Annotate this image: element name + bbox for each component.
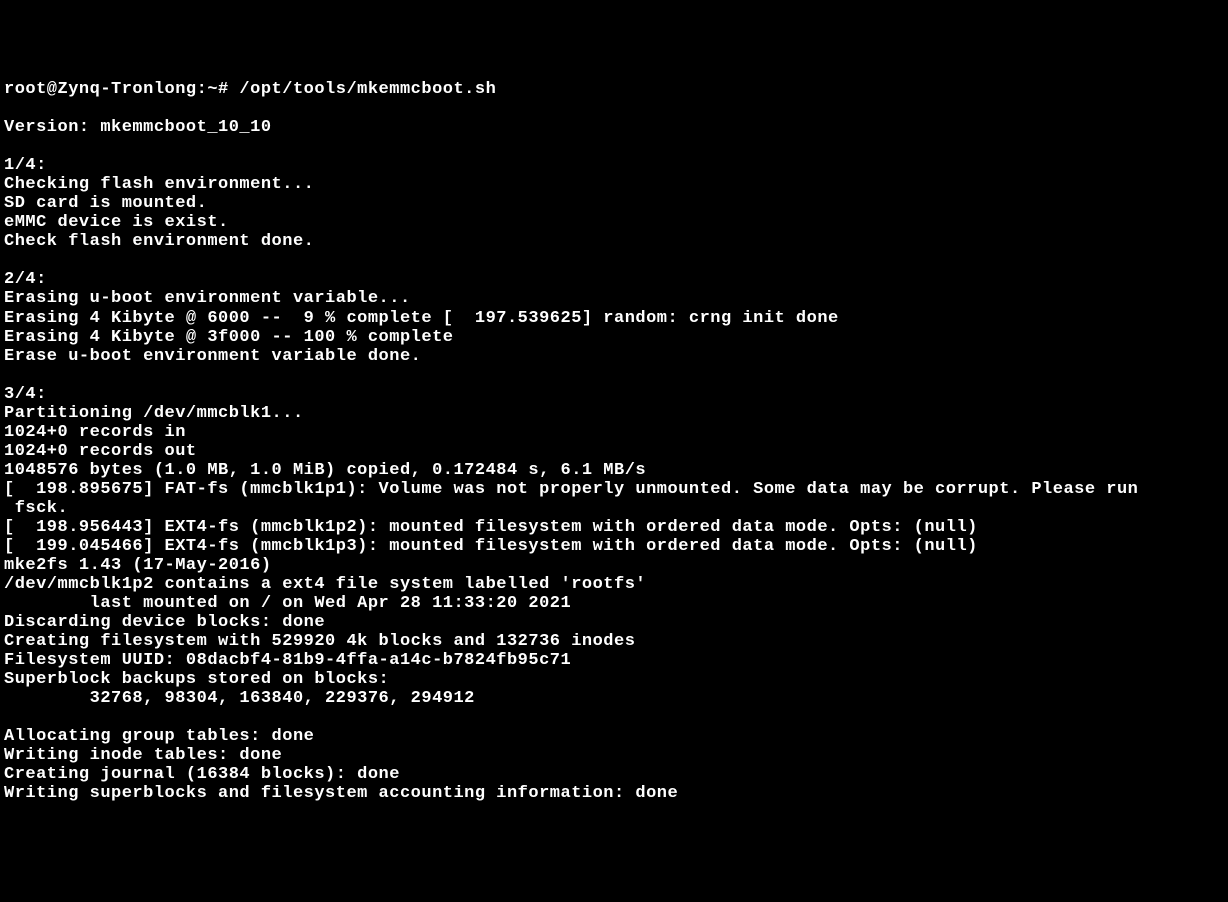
terminal-line: 1048576 bytes (1.0 MB, 1.0 MiB) copied, … bbox=[4, 461, 1224, 480]
terminal-line bbox=[4, 137, 1224, 156]
terminal-line: Writing superblocks and filesystem accou… bbox=[4, 784, 1224, 803]
terminal-line: root@Zynq-Tronlong:~# /opt/tools/mkemmcb… bbox=[4, 80, 1224, 99]
terminal-line: 32768, 98304, 163840, 229376, 294912 bbox=[4, 689, 1224, 708]
terminal-line: Partitioning /dev/mmcblk1... bbox=[4, 404, 1224, 423]
terminal-line: Discarding device blocks: done bbox=[4, 613, 1224, 632]
terminal-line: Checking flash environment... bbox=[4, 175, 1224, 194]
terminal-line: Creating filesystem with 529920 4k block… bbox=[4, 632, 1224, 651]
terminal-line: /dev/mmcblk1p2 contains a ext4 file syst… bbox=[4, 575, 1224, 594]
terminal-line: eMMC device is exist. bbox=[4, 213, 1224, 232]
terminal-line: Erase u-boot environment variable done. bbox=[4, 347, 1224, 366]
terminal-line: [ 199.045466] EXT4-fs (mmcblk1p3): mount… bbox=[4, 537, 1224, 556]
terminal-line: Check flash environment done. bbox=[4, 232, 1224, 251]
terminal-line bbox=[4, 251, 1224, 270]
terminal-line: Allocating group tables: done bbox=[4, 727, 1224, 746]
terminal-line: Version: mkemmcboot_10_10 bbox=[4, 118, 1224, 137]
terminal-line: 1024+0 records out bbox=[4, 442, 1224, 461]
terminal-line bbox=[4, 366, 1224, 385]
terminal-line: mke2fs 1.43 (17-May-2016) bbox=[4, 556, 1224, 575]
terminal-line: 1/4: bbox=[4, 156, 1224, 175]
terminal-line: 2/4: bbox=[4, 270, 1224, 289]
terminal-line: 1024+0 records in bbox=[4, 423, 1224, 442]
terminal-line: Erasing 4 Kibyte @ 6000 -- 9 % complete … bbox=[4, 309, 1224, 328]
terminal-line bbox=[4, 99, 1224, 118]
terminal-line: Filesystem UUID: 08dacbf4-81b9-4ffa-a14c… bbox=[4, 651, 1224, 670]
terminal-line: Writing inode tables: done bbox=[4, 746, 1224, 765]
terminal-line: Superblock backups stored on blocks: bbox=[4, 670, 1224, 689]
terminal-line: 3/4: bbox=[4, 385, 1224, 404]
terminal-output: root@Zynq-Tronlong:~# /opt/tools/mkemmcb… bbox=[4, 80, 1224, 803]
terminal-line: [ 198.956443] EXT4-fs (mmcblk1p2): mount… bbox=[4, 518, 1224, 537]
terminal-line: SD card is mounted. bbox=[4, 194, 1224, 213]
terminal-line: Erasing 4 Kibyte @ 3f000 -- 100 % comple… bbox=[4, 328, 1224, 347]
terminal-line: Erasing u-boot environment variable... bbox=[4, 289, 1224, 308]
terminal-line bbox=[4, 708, 1224, 727]
terminal-line: fsck. bbox=[4, 499, 1224, 518]
terminal-line: Creating journal (16384 blocks): done bbox=[4, 765, 1224, 784]
terminal-line: [ 198.895675] FAT-fs (mmcblk1p1): Volume… bbox=[4, 480, 1224, 499]
terminal-line: last mounted on / on Wed Apr 28 11:33:20… bbox=[4, 594, 1224, 613]
